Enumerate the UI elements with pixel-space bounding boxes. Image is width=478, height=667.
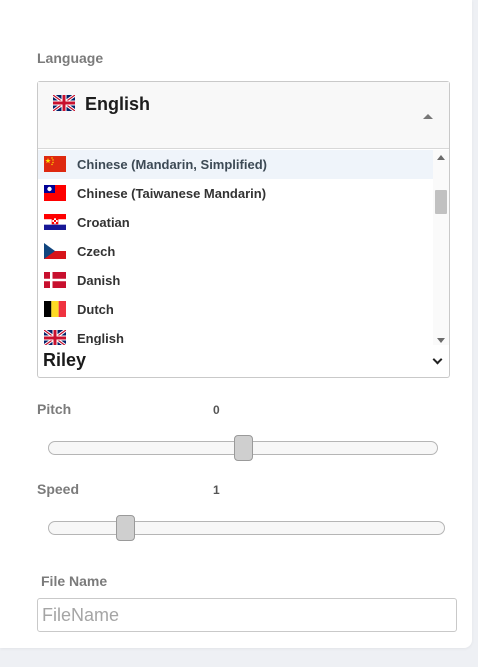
speed-label: Speed — [37, 481, 80, 497]
language-options-list: Chinese (Mandarin, Simplified) Chinese (… — [38, 150, 433, 348]
language-option-label: Chinese (Mandarin, Simplified) — [77, 157, 267, 172]
language-option-chinese-taiwanese[interactable]: Chinese (Taiwanese Mandarin) — [38, 179, 433, 208]
scroll-down-arrow-icon[interactable] — [437, 338, 445, 343]
caret-up-icon[interactable] — [423, 114, 433, 119]
language-label: Language — [37, 50, 104, 66]
language-option-chinese-simplified[interactable]: Chinese (Mandarin, Simplified) — [38, 150, 433, 179]
speed-slider-thumb[interactable] — [116, 515, 136, 541]
language-option-label: Czech — [77, 244, 116, 259]
speed-value: 1 — [213, 483, 220, 497]
uk-flag-icon — [44, 330, 66, 346]
pitch-slider-thumb[interactable] — [233, 435, 253, 461]
czech-flag-icon — [44, 243, 66, 259]
taiwan-flag-icon — [44, 185, 66, 201]
file-name-label: File Name — [41, 573, 108, 589]
language-option-label: Danish — [77, 273, 121, 288]
chevron-down-icon — [432, 354, 443, 365]
language-option-label: Dutch — [77, 302, 114, 317]
language-select[interactable]: English Chinese (Mandarin, Simplified) C… — [37, 81, 450, 349]
settings-card: Language English Chinese (Mandarin, Simp… — [0, 0, 472, 648]
scroll-up-arrow-icon[interactable] — [437, 155, 445, 160]
language-option-dutch[interactable]: Dutch — [38, 295, 433, 324]
uk-flag-icon — [53, 95, 75, 111]
belgium-flag-icon — [44, 301, 66, 317]
croatia-flag-icon — [44, 214, 66, 230]
scrollbar-thumb[interactable] — [435, 190, 447, 214]
china-flag-icon — [44, 156, 66, 172]
language-option-label: English — [77, 331, 124, 346]
language-select-header[interactable]: English — [38, 82, 449, 149]
pitch-label: Pitch — [37, 401, 72, 417]
speed-slider-track[interactable] — [48, 521, 445, 535]
language-option-label: Chinese (Taiwanese Mandarin) — [77, 186, 267, 201]
denmark-flag-icon — [44, 272, 66, 288]
language-option-danish[interactable]: Danish — [38, 266, 433, 295]
pitch-value: 0 — [213, 403, 220, 417]
voice-select[interactable]: Riley — [37, 345, 450, 378]
language-option-croatian[interactable]: Croatian — [38, 208, 433, 237]
selected-language: English — [85, 94, 151, 114]
language-option-czech[interactable]: Czech — [38, 237, 433, 266]
selected-voice: Riley — [43, 350, 87, 370]
language-option-label: Croatian — [77, 215, 130, 230]
options-scrollbar[interactable] — [433, 150, 449, 348]
file-name-input[interactable] — [37, 598, 457, 632]
